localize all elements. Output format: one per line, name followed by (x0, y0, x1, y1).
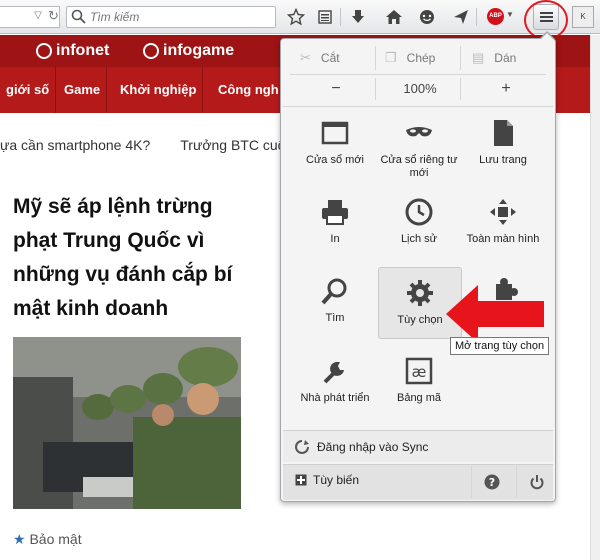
divider (290, 74, 546, 75)
new-window-icon (321, 121, 349, 145)
private-window-button[interactable]: Cửa sổ riêng tư mới (377, 108, 461, 180)
history-button[interactable]: Lịch sử (377, 187, 461, 259)
save-page-button[interactable]: Lưu trang (461, 108, 545, 180)
private-window-icon (406, 127, 432, 137)
divider (460, 46, 461, 70)
infogame-logo[interactable]: infogame (143, 42, 234, 60)
star-icon: ★ (13, 531, 26, 547)
downloads-icon[interactable] (346, 5, 370, 29)
divider (471, 466, 472, 498)
toolbar-separator (340, 8, 341, 26)
nav-item-digital[interactable]: giới số (0, 67, 57, 113)
article-tag[interactable]: ★ Bảo mật (13, 531, 82, 548)
developer-icon (323, 362, 344, 384)
divider (283, 106, 553, 107)
clipboard-icon: ▤ (472, 50, 485, 65)
ticker-item[interactable]: Trưởng BTC cuộ (180, 137, 280, 153)
power-icon[interactable] (529, 474, 545, 490)
copy-button[interactable]: ❐ Chép (385, 46, 435, 70)
logo-circle-icon (36, 43, 52, 59)
gear-icon (407, 280, 433, 306)
encoding-button[interactable]: æ Bảng mã (377, 346, 461, 418)
infonet-logo[interactable]: infonet (36, 42, 109, 60)
fullscreen-icon (490, 199, 516, 225)
article-photo[interactable] (13, 337, 241, 509)
extension-k-button[interactable]: K (572, 6, 594, 28)
panel-arrow-fill (540, 33, 554, 40)
zoom-out-button[interactable]: − (316, 78, 356, 100)
cut-button[interactable]: ✂ Cắt (300, 46, 340, 70)
zoom-in-button[interactable]: + (486, 78, 526, 100)
paste-button[interactable]: ▤ Dán (472, 46, 516, 70)
nav-item-startup[interactable]: Khởi nghiệp (114, 67, 204, 113)
divider (460, 78, 461, 100)
help-icon[interactable]: ? (484, 474, 500, 490)
search-input[interactable] (90, 7, 270, 27)
bookmark-star-icon[interactable] (284, 5, 308, 29)
scissors-icon: ✂ (300, 50, 311, 65)
ticker-item[interactable]: ựa cần smartphone 4K? (0, 137, 150, 153)
print-button[interactable]: In (293, 187, 377, 259)
save-page-icon (494, 120, 513, 146)
svg-text:?: ? (489, 476, 495, 489)
news-ticker: ựa cần smartphone 4K? Trưởng BTC cuộ (0, 137, 280, 167)
history-icon (405, 198, 433, 226)
send-icon[interactable] (449, 5, 473, 29)
red-arrow-icon (446, 285, 544, 343)
customize-button[interactable]: Tùy biến (295, 473, 359, 487)
nav-item-game[interactable]: Game (58, 67, 108, 113)
logo-circle-icon (143, 43, 159, 59)
find-icon (321, 278, 347, 305)
encoding-icon: æ (405, 357, 433, 385)
divider (516, 466, 517, 498)
developer-button[interactable]: Nhà phát triển (293, 346, 377, 418)
divider (375, 78, 376, 100)
search-icon (70, 8, 88, 26)
nav-item-tech[interactable]: Công ngh (212, 67, 285, 113)
tooltip: Mở trang tùy chọn (450, 337, 550, 355)
svg-text:æ: æ (412, 363, 427, 381)
zoom-reset-button[interactable]: 100% (385, 78, 455, 100)
home-icon[interactable] (382, 5, 406, 29)
divider (375, 46, 376, 70)
find-button[interactable]: Tìm (293, 266, 377, 338)
chat-icon[interactable] (415, 5, 439, 29)
print-icon (322, 200, 348, 225)
plus-box-icon (295, 474, 307, 486)
sync-signin-button[interactable]: Đăng nhập vào Sync (283, 430, 553, 462)
toolbar-separator (476, 8, 477, 26)
sync-icon (295, 439, 309, 454)
article-headline[interactable]: Mỹ sẽ áp lệnh trừng phạt Trung Quốc vì n… (13, 190, 253, 326)
bookmarks-list-icon[interactable] (313, 5, 337, 29)
new-window-button[interactable]: Cửa sổ mới (293, 108, 377, 180)
chevron-down-icon[interactable]: ▼ (506, 10, 514, 19)
adblock-plus-icon[interactable]: ABP (487, 8, 504, 25)
scrollbar[interactable] (590, 35, 600, 560)
reload-icon[interactable]: ↻ (48, 7, 62, 25)
fullscreen-button[interactable]: Toàn màn hình (461, 187, 545, 259)
url-history-dropdown-icon[interactable]: ▽ (30, 8, 46, 24)
copy-icon: ❐ (385, 50, 397, 65)
